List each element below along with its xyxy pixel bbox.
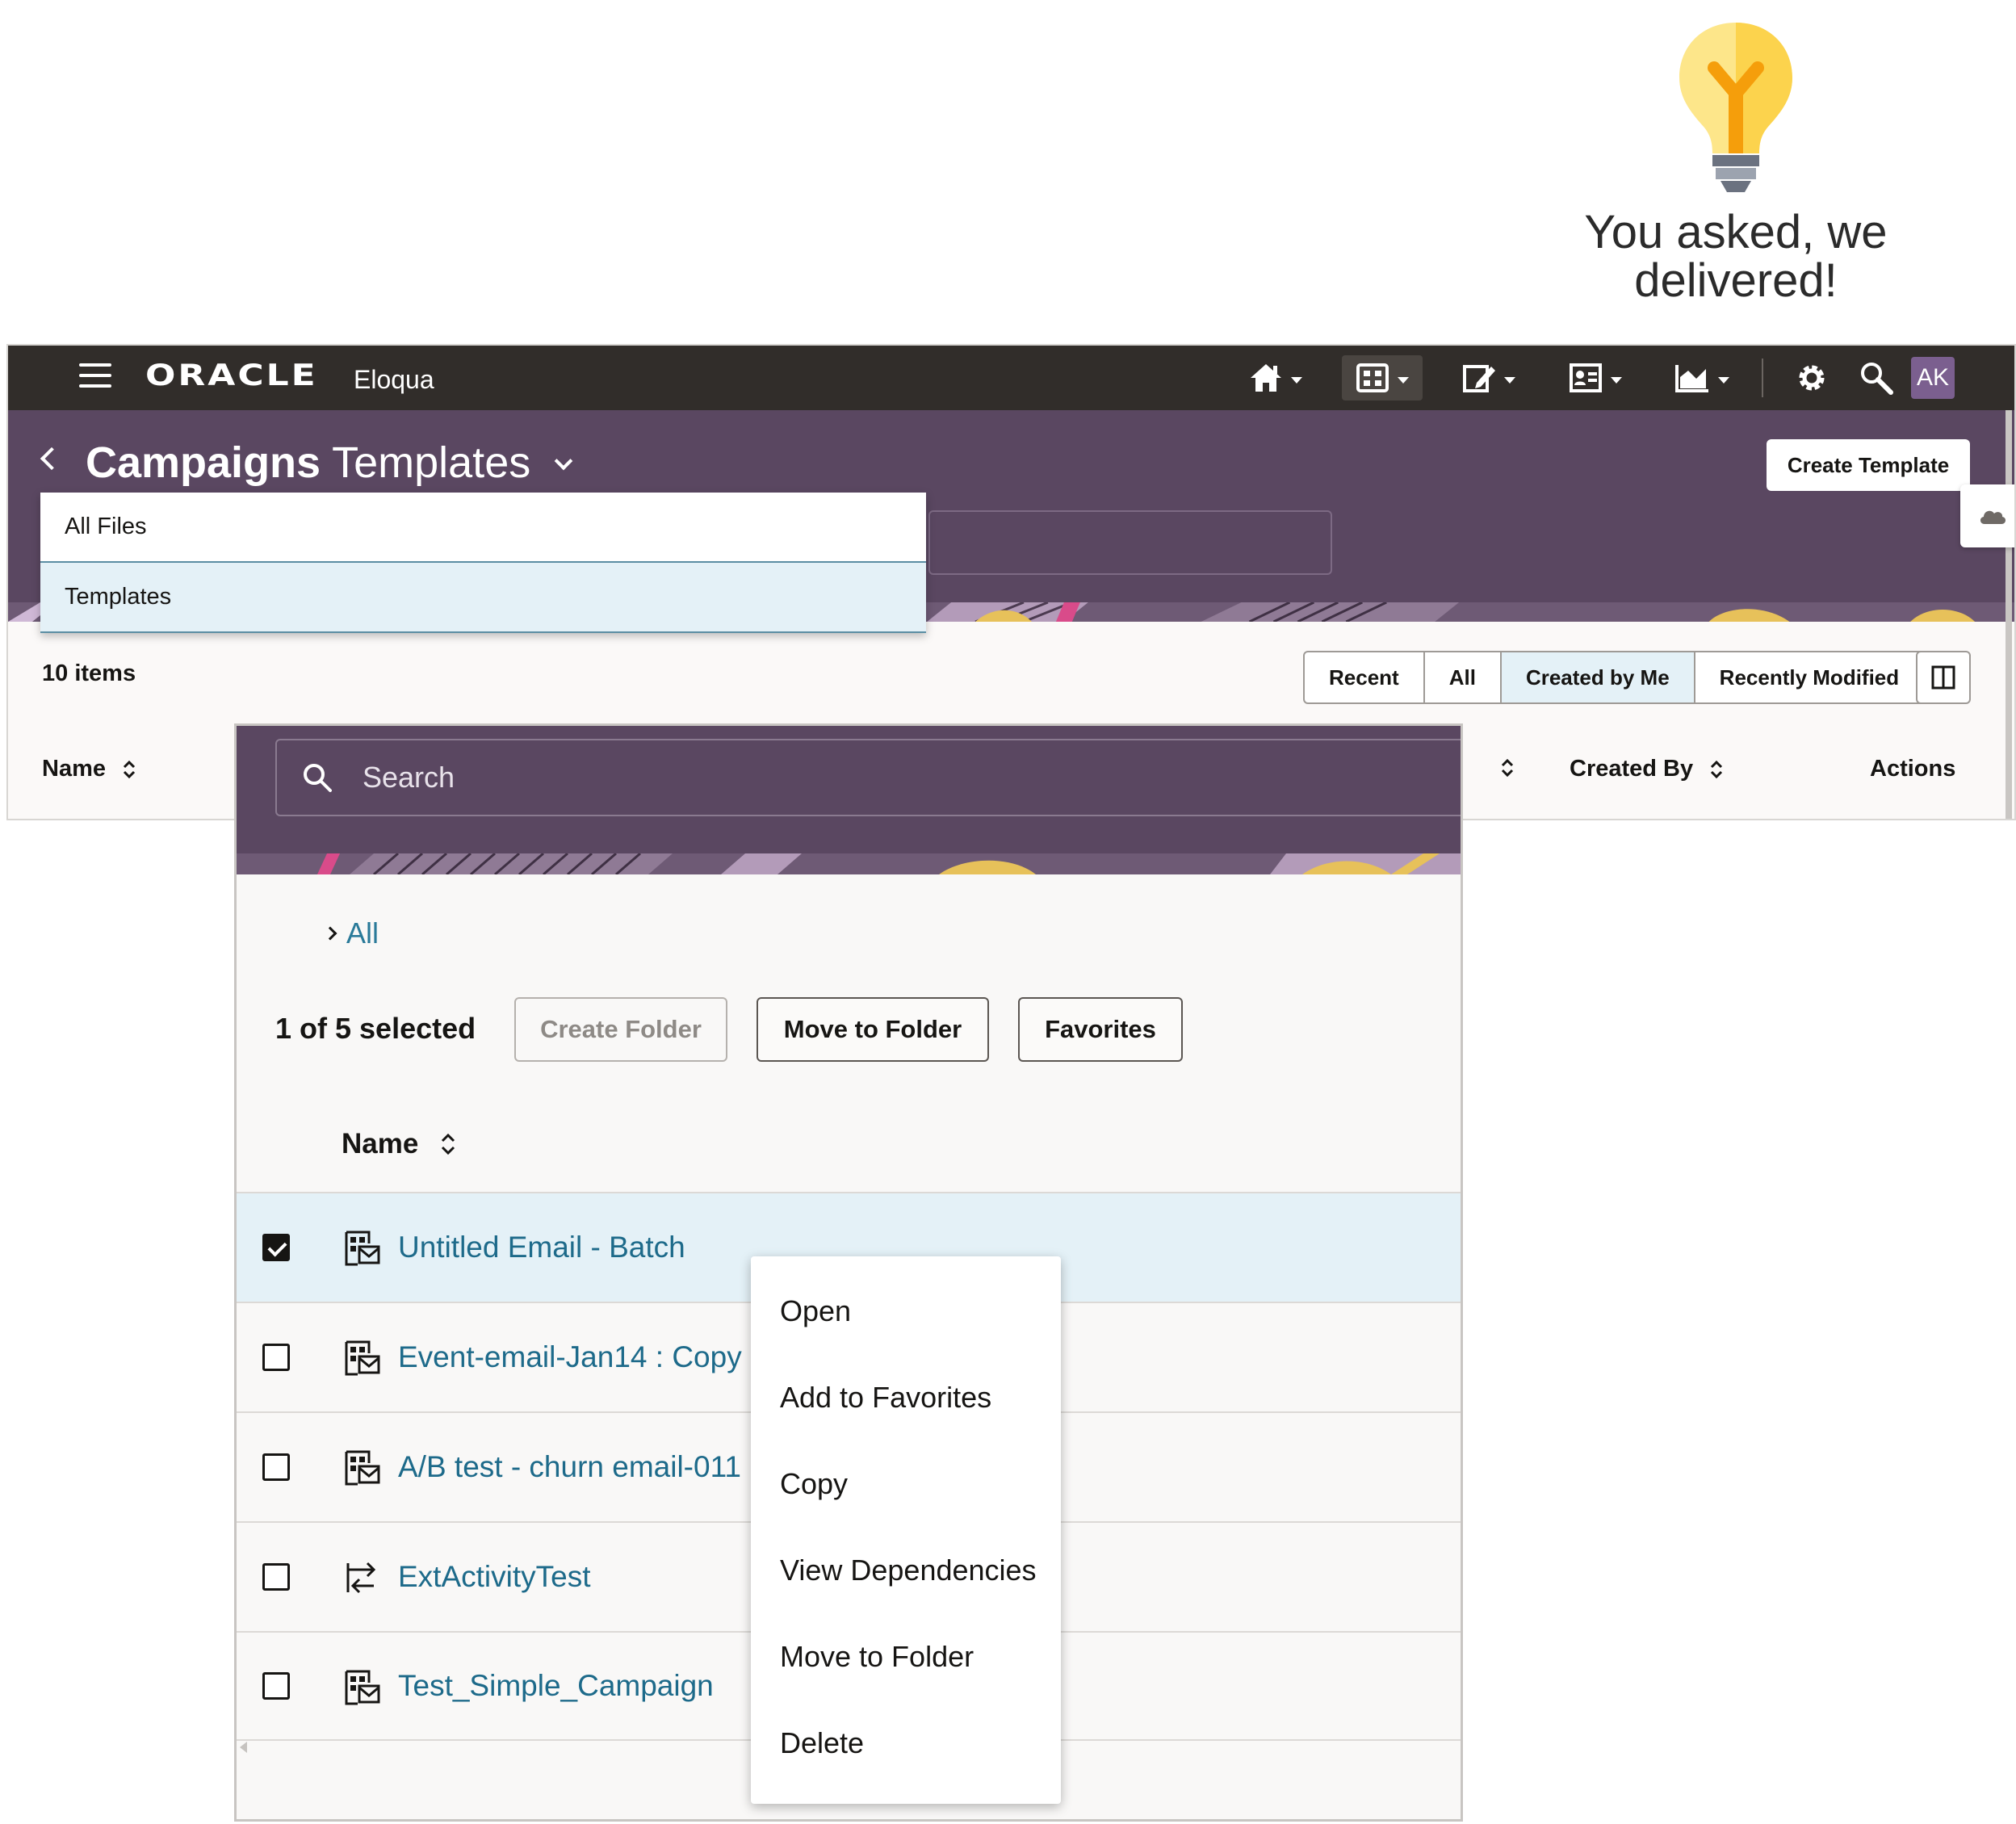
panel-header [237,726,1461,874]
header-search-field[interactable] [928,510,1332,575]
filter-recently-modified[interactable]: Recently Modified [1695,652,1923,702]
create-template-button[interactable]: Create Template [1767,439,1970,491]
layout-toggle-button[interactable] [1916,651,1971,704]
row-name-link[interactable]: A/B test - churn email-011 [398,1450,741,1484]
sort-icon [442,1133,455,1155]
contacts-icon [1570,363,1602,392]
home-nav-button[interactable] [1235,355,1316,400]
selected-count: 1 of 5 selected [275,1012,476,1045]
sort-icon [1711,760,1723,778]
row-name-link[interactable]: Test_Simple_Campaign [398,1669,714,1703]
product-name: Eloqua [354,365,434,394]
vertical-scrollbar[interactable] [2006,410,2012,819]
email-campaign-icon [345,1231,380,1266]
menu-item-view-dependencies[interactable]: View Dependencies [751,1527,1061,1613]
row-checkbox[interactable] [262,1563,290,1591]
move-to-folder-button[interactable]: Move to Folder [757,997,989,1062]
scroll-left-arrow-icon[interactable] [240,1742,247,1753]
created-by-column-header[interactable]: Created By [1570,756,1724,782]
edit-assets-icon [1463,365,1495,392]
analytics-icon [1675,365,1708,392]
tip-callout: You asked, we delivered! [1534,16,1938,305]
global-search-button[interactable] [1836,355,1917,400]
home-icon [1251,364,1281,392]
name-column-label: Name [42,756,106,782]
row-checkbox[interactable] [262,1344,290,1371]
panel-name-column-label: Name [342,1128,419,1159]
cloud-icon [1980,510,2006,524]
tip-line-2: delivered! [1634,254,1838,307]
nav-separator [1762,359,1763,397]
back-chevron-icon[interactable] [40,447,64,471]
row-name-link[interactable]: Untitled Email - Batch [398,1231,685,1264]
breadcrumb[interactable]: All [323,916,379,950]
row-checkbox[interactable] [262,1672,290,1700]
menu-item-add-to-favorites[interactable]: Add to Favorites [751,1354,1061,1440]
menu-item-open[interactable]: Open [751,1268,1061,1354]
sort-icon [123,760,136,778]
row-name-link[interactable]: Event-email-Jan14 : Copy - [398,1340,760,1374]
lightbulb-icon [1679,23,1792,192]
assets-nav-button[interactable] [1448,355,1529,400]
insight-nav-button[interactable] [1662,355,1742,400]
audience-nav-button[interactable] [1555,355,1636,400]
panel-decorative-pattern [237,853,1461,874]
search-icon [304,764,332,792]
panel-search-box[interactable] [275,739,1461,816]
menu-item-copy[interactable]: Copy [751,1440,1061,1527]
items-count: 10 items [42,660,136,686]
hidden-column-sort-button[interactable] [1500,757,1515,782]
dropdown-item-all-files[interactable]: All Files [40,493,926,563]
row-checkbox[interactable] [262,1234,290,1261]
favorites-button[interactable]: Favorites [1018,997,1183,1062]
row-name-link[interactable]: ExtActivityTest [398,1560,591,1594]
panel-search-input[interactable] [363,761,1089,795]
campaign-canvas-icon [1356,363,1389,392]
user-avatar[interactable]: AK [1911,357,1955,399]
page-title-bold: Campaigns [86,438,321,487]
menu-item-move-to-folder[interactable]: Move to Folder [751,1613,1061,1700]
hamburger-menu-icon[interactable] [79,363,111,392]
search-icon [1861,363,1893,395]
orchestration-nav-button[interactable] [1342,355,1423,400]
email-campaign-icon [345,1450,380,1486]
panel-name-column-header[interactable]: Name [342,1128,457,1160]
menu-item-delete[interactable]: Delete [751,1700,1061,1786]
name-column-header[interactable]: Name [42,756,136,782]
title-dropdown-menu: All Files Templates [40,493,926,633]
split-panel-icon [1931,665,1955,690]
filter-created-by-me[interactable]: Created by Me [1501,652,1695,702]
title-dropdown-chevron-icon[interactable] [554,451,573,471]
filter-all[interactable]: All [1425,652,1502,702]
sort-icon [1501,758,1514,778]
actions-column-header: Actions [1870,756,1956,782]
row-checkbox[interactable] [262,1453,290,1481]
created-by-column-label: Created By [1570,756,1694,782]
page-title-rest: Templates [332,438,531,487]
chevron-right-icon [323,926,337,941]
breadcrumb-all[interactable]: All [346,916,379,950]
top-navigation-bar: ORACLE Eloqua AK [8,346,2014,410]
create-folder-button[interactable]: Create Folder [514,997,727,1062]
tip-line-1: You asked, we [1584,206,1888,258]
cloud-panel-tab[interactable] [1960,484,2014,547]
external-activity-icon [346,1562,376,1594]
list-filter-group: Recent All Created by Me Recently Modifi… [1303,651,1926,704]
oracle-logo: ORACLE [145,359,318,392]
dropdown-item-templates[interactable]: Templates [40,563,926,633]
page-title[interactable]: Campaigns Templates [86,438,573,488]
gear-icon [1799,365,1825,391]
email-campaign-icon [345,1340,380,1376]
row-context-menu: Open Add to Favorites Copy View Dependen… [751,1256,1061,1804]
filter-recent[interactable]: Recent [1305,652,1425,702]
email-campaign-icon [345,1670,380,1705]
